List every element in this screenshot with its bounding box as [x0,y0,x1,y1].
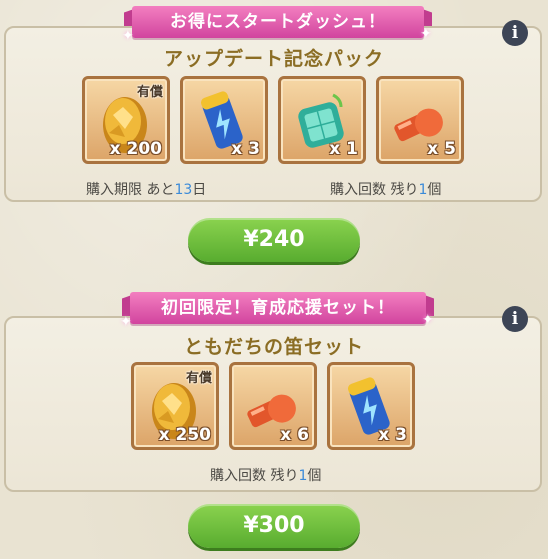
item-gem[interactable]: 有償 x 200 [82,76,170,164]
paid-badge: 有償 [136,85,163,100]
sparkle-icon: ✦ [122,28,134,44]
item-gem[interactable]: 有償 x 250 [131,362,219,450]
sparkle-icon: ✦ [422,312,434,328]
paid-badge: 有償 [185,371,212,386]
sparkle-icon: ✦ [120,314,132,330]
buy-button[interactable]: ¥300 [188,504,360,548]
sparkle-icon: ✦ [420,26,432,42]
info-button[interactable]: i [502,306,528,332]
info-button[interactable]: i [502,20,528,46]
buy-button[interactable]: ¥240 [188,218,360,262]
purchase-remaining: 購入回数 残り1個 [210,468,322,484]
item-whistle[interactable]: x 5 [376,76,464,164]
item-quantity: x 3 [231,139,260,159]
item-whistle[interactable]: x 6 [229,362,317,450]
item-battery[interactable]: x 3 [327,362,415,450]
item-radar[interactable]: x 1 [278,76,366,164]
item-quantity: x 6 [280,425,309,445]
pack-ribbon: お得にスタートダッシュ！ [132,6,424,38]
item-battery[interactable]: x 3 [180,76,268,164]
purchase-deadline: 購入期限 あと13日 [86,182,207,198]
pack-ribbon: 初回限定！育成応援セット！ [130,292,426,324]
item-quantity: x 1 [329,139,358,159]
item-quantity: x 5 [427,139,456,159]
item-quantity: x 3 [378,425,407,445]
item-quantity: x 250 [158,425,211,445]
pack-title: ともだちの笛セット [183,336,364,358]
pack-title: アップデート記念パック [163,48,384,70]
purchase-remaining: 購入回数 残り1個 [330,182,442,198]
item-quantity: x 200 [109,139,162,159]
